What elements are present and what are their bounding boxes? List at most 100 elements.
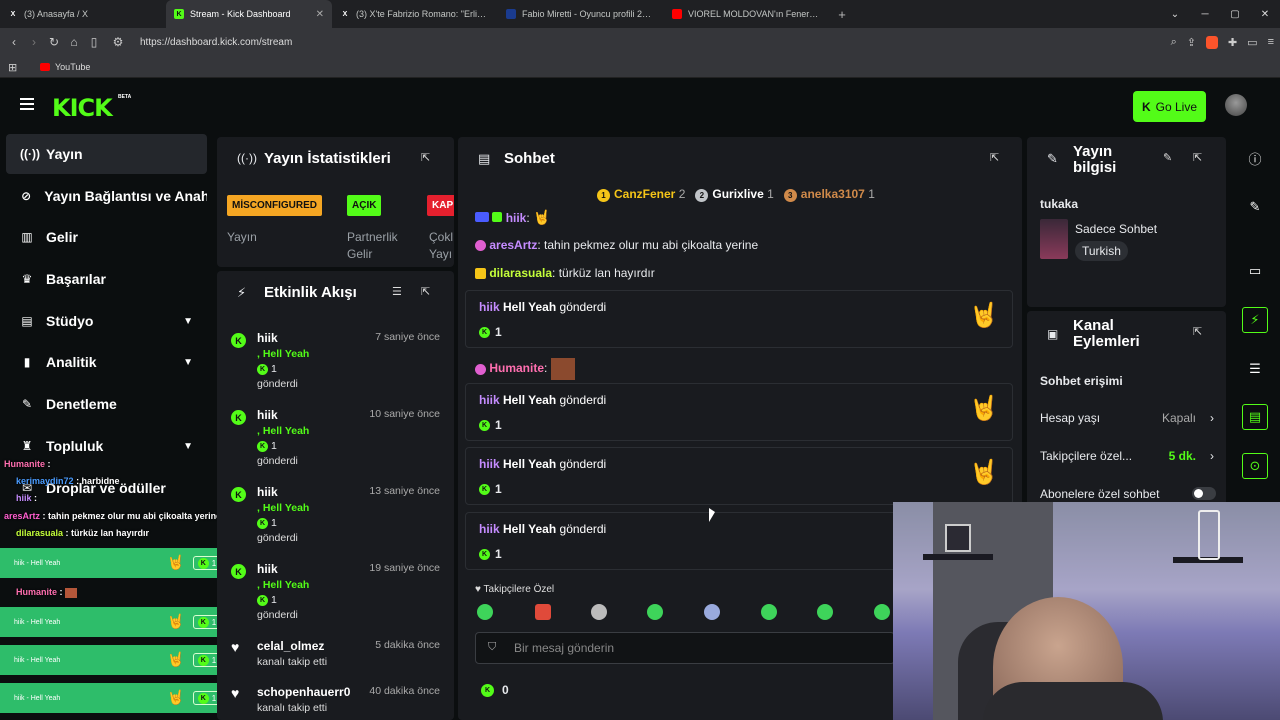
emote-icon[interactable] (477, 604, 493, 620)
emote-icon[interactable] (647, 604, 663, 620)
sidebar-item-denetleme[interactable]: ✎ Denetleme (6, 384, 207, 424)
apps-grid-icon[interactable]: ⊞ (8, 61, 17, 74)
gift-message-card: hiik Hell Yeah gönderdi K1 🤘 (465, 290, 1013, 348)
section-title: Sohbet erişimi (1040, 374, 1123, 388)
go-live-button[interactable]: K Go Live (1133, 91, 1206, 122)
event-user[interactable]: celal_olmez (257, 639, 324, 653)
video-icon[interactable]: ▭ (1242, 258, 1268, 284)
maximize-icon[interactable]: ▢ (1220, 9, 1250, 20)
alert-user: hiik (14, 618, 25, 626)
emote-icon[interactable] (817, 604, 833, 620)
info-icon[interactable]: ⓘ (1242, 145, 1268, 171)
lightning-icon[interactable]: ⚡ (1242, 307, 1268, 333)
home-icon[interactable]: ⌂ (64, 35, 84, 49)
close-tab-icon[interactable]: ✕ (316, 9, 324, 20)
list-icon[interactable]: ☰ (1242, 356, 1268, 382)
heart-icon: ♥ (231, 639, 240, 655)
brave-shields-icon[interactable] (1205, 35, 1218, 49)
emote-icon[interactable] (761, 604, 777, 620)
kick-coin-icon: K (479, 483, 490, 495)
sidebar-item-stream-key[interactable]: ⊘ Yayın Bağlantısı ve Anahtarı (6, 176, 207, 216)
url-field[interactable]: https://dashboard.kick.com/stream (140, 37, 292, 48)
popout-icon[interactable]: ⇱ (421, 151, 430, 164)
extensions-icon[interactable]: ✚ (1228, 36, 1237, 49)
setting-row[interactable]: Hesap yaşı Kapalı › (1040, 411, 1216, 425)
back-icon[interactable]: ‹ (4, 35, 24, 49)
alert-user: hiik (14, 694, 25, 702)
category-thumbnail[interactable] (1040, 219, 1068, 259)
gift-message-card: hiik Hell Yeah gönderdi K1 🤘 (465, 447, 1013, 505)
browser-tab[interactable]: X (3) Anasayfa / X (0, 0, 166, 28)
chat-icon[interactable]: ▤ (1242, 404, 1268, 430)
emote-icon[interactable] (535, 604, 551, 620)
leaderboard-entry[interactable]: 3 anelka3107 1 (783, 187, 875, 202)
sidebar-item-label: Stüdyo (46, 313, 94, 329)
emote-icon[interactable] (704, 604, 720, 620)
sidebar-toggle-icon[interactable]: ▭ (1247, 36, 1257, 49)
kick-coin-icon: K (231, 410, 246, 425)
setting-row[interactable]: Abonelere özel sohbet (1040, 487, 1216, 501)
event-user[interactable]: hiik (257, 408, 278, 422)
bookmark-icon[interactable]: ▯ (84, 35, 104, 49)
setting-row[interactable]: Takipçilere özel... 5 dk. › (1040, 449, 1216, 463)
kick-coin-icon: K (197, 616, 209, 628)
reload-icon[interactable]: ↻ (44, 35, 64, 49)
popout-icon[interactable]: ⇱ (1193, 325, 1202, 338)
popout-icon[interactable]: ⇱ (1193, 151, 1202, 164)
actions-icon: ▣ (1047, 327, 1059, 341)
leaderboard-entry[interactable]: 2 Gurixlive 1 (695, 187, 774, 202)
edit-icon[interactable]: ✎ (1242, 194, 1268, 220)
event-user[interactable]: hiik (257, 331, 278, 345)
tab-list-icon[interactable]: ⌄ (1160, 9, 1190, 20)
link-icon: ⊘ (21, 189, 32, 203)
category-name[interactable]: Sadece Sohbet (1075, 222, 1157, 236)
share-icon[interactable]: ⇪ (1187, 36, 1196, 49)
browser-tab[interactable]: VIOREL MOLDOVAN'ın Fenerbahçe'd... (664, 0, 830, 28)
close-window-icon[interactable]: ✕ (1250, 9, 1280, 20)
sidebar-item-yayin[interactable]: ((·)) Yayın (6, 134, 207, 174)
minimize-icon[interactable]: ─ (1190, 9, 1220, 20)
chat-message: Humanite: (475, 358, 575, 380)
toggle-switch[interactable] (1192, 487, 1216, 500)
address-bar: ‹ › ↻ ⌂ ▯ ⚙ https://dashboard.kick.com/s… (0, 28, 1280, 56)
popout-icon[interactable]: ⇱ (990, 151, 999, 164)
bookmark-youtube[interactable]: YouTube (55, 62, 90, 72)
event-user[interactable]: hiik (257, 485, 278, 499)
broadcast-icon: ((·)) (237, 151, 257, 165)
emote-icon[interactable] (874, 604, 890, 620)
leaderboard-entry[interactable]: 1 CanzFener 2 (597, 187, 685, 202)
forward-icon[interactable]: › (24, 35, 44, 49)
sidebar-item-basarilar[interactable]: ♛ Başarılar (6, 259, 207, 299)
kick-logo[interactable]: KICK (52, 94, 113, 122)
sidebar-item-gelir[interactable]: ▥ Gelir (6, 217, 207, 257)
sidebar-item-analitik[interactable]: ▮ Analitik ▼ (6, 342, 207, 382)
emote-icon[interactable] (591, 604, 607, 620)
menu-icon[interactable] (20, 98, 34, 110)
zoom-icon[interactable]: ⌕ (1171, 36, 1177, 49)
youtube-icon (40, 62, 50, 71)
event-action: gönderdi (257, 532, 298, 544)
browser-tab-active[interactable]: K Stream - Kick Dashboard ✕ (166, 0, 332, 28)
event-user[interactable]: hiik (257, 562, 278, 576)
panel-title: Sohbet (504, 150, 555, 167)
kicks-balance[interactable]: K 0 (481, 683, 509, 697)
popout-icon[interactable]: ⇱ (421, 285, 430, 298)
edit-icon[interactable]: ✎ (1163, 151, 1172, 164)
event-user[interactable]: schopenhauerr0 (257, 685, 350, 699)
status-badge: AÇIK (347, 195, 382, 216)
youtube-icon (672, 9, 682, 19)
filter-icon[interactable]: ☰ (392, 285, 402, 298)
site-settings-icon[interactable]: ⚙ (108, 35, 128, 49)
chat-input[interactable]: ⛉ Bir mesaj gönderin (475, 632, 895, 664)
avatar[interactable] (1225, 94, 1247, 116)
sidebar-item-studyo[interactable]: ▤ Stüdyo ▼ (6, 301, 207, 341)
status-badge: KAP (427, 195, 454, 216)
menu-icon[interactable]: ≡ (1268, 36, 1274, 48)
badge-icon (475, 240, 486, 252)
new-tab-icon[interactable]: + (830, 7, 854, 22)
event-gift: , Hell Yeah (257, 579, 310, 591)
browser-tab[interactable]: X (3) X'te Fabrizio Romano: "Erling Haa.… (332, 0, 498, 28)
browser-tab[interactable]: Fabio Miretti - Oyuncu profili 26/27 | (498, 0, 664, 28)
broadcast-icon[interactable]: ⊙ (1242, 453, 1268, 479)
tab-title: Fabio Miretti - Oyuncu profili 26/27 | (522, 9, 656, 19)
